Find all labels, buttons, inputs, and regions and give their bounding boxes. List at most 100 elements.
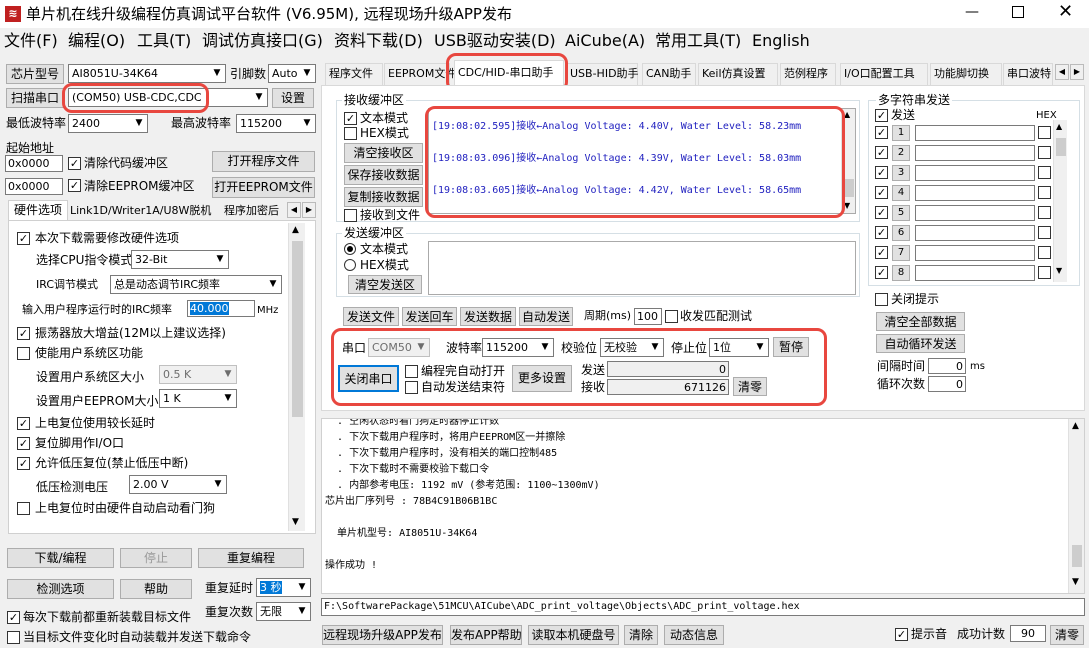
- scroll-up-icon[interactable]: ▲: [292, 225, 299, 235]
- clear-all-button[interactable]: 清空全部数据: [876, 312, 965, 331]
- multi-row-input[interactable]: [915, 185, 1035, 201]
- menu-program[interactable]: 编程(O): [68, 31, 125, 51]
- save-recv-button[interactable]: 保存接收数据: [344, 165, 423, 185]
- multi-row-send-checkbox[interactable]: ✓: [875, 166, 888, 179]
- tab-program-file[interactable]: 程序文件: [325, 63, 383, 85]
- multi-row-number[interactable]: 8: [892, 265, 910, 281]
- tabs-scroll-right-icon[interactable]: ▶: [1070, 64, 1084, 80]
- stop-button[interactable]: 停止: [120, 548, 192, 568]
- multi-row-hex-checkbox[interactable]: [1038, 186, 1051, 199]
- irc-freq-input[interactable]: 40.000: [187, 300, 255, 317]
- interval-input[interactable]: 0: [928, 358, 966, 374]
- menu-debug[interactable]: 调试仿真接口(G): [202, 31, 323, 51]
- multi-row-input[interactable]: [915, 225, 1035, 241]
- multi-row-send-checkbox[interactable]: ✓: [875, 246, 888, 259]
- reset-io-checkbox[interactable]: ✓: [17, 437, 30, 450]
- beep-checkbox[interactable]: ✓: [895, 628, 908, 641]
- multi-row-hex-checkbox[interactable]: [1038, 126, 1051, 139]
- menu-english[interactable]: English: [752, 31, 810, 51]
- tab-scroll-left-icon[interactable]: ◀: [287, 202, 301, 218]
- multi-row-hex-checkbox[interactable]: [1038, 226, 1051, 239]
- help-button[interactable]: 帮助: [120, 579, 192, 599]
- sys-area-checkbox[interactable]: [17, 347, 30, 360]
- multi-row-number[interactable]: 6: [892, 225, 910, 241]
- close-hint-checkbox[interactable]: [875, 293, 888, 306]
- multi-row-send-checkbox[interactable]: ✓: [875, 266, 888, 279]
- settings-button[interactable]: 设置: [272, 88, 314, 108]
- multi-row-input[interactable]: [915, 265, 1035, 281]
- scroll-down-icon[interactable]: ▼: [1072, 577, 1079, 587]
- multi-row-hex-checkbox[interactable]: [1038, 266, 1051, 279]
- clear-send-button[interactable]: 清空发送区: [348, 275, 422, 294]
- multi-row-hex-checkbox[interactable]: [1038, 146, 1051, 159]
- chip-select[interactable]: AI8051U-34K64 ▼: [68, 64, 226, 83]
- menu-usb[interactable]: USB驱动安装(D): [434, 31, 556, 51]
- eeprom-size-select[interactable]: 1 K ▼: [159, 389, 237, 408]
- multi-row-hex-checkbox[interactable]: [1038, 206, 1051, 219]
- remote-publish-button[interactable]: 远程现场升级APP发布: [322, 625, 443, 645]
- irc-mode-select[interactable]: 总是动态调节IRC频率 ▼: [110, 275, 282, 294]
- repeat-delay-select[interactable]: 3 秒 ▼: [256, 578, 311, 597]
- lvd-select[interactable]: 2.00 V ▼: [129, 475, 227, 494]
- match-test-checkbox[interactable]: [665, 310, 678, 323]
- max-baud-select[interactable]: 115200 ▼: [236, 114, 316, 133]
- tabs-scroll-left-icon[interactable]: ◀: [1055, 64, 1069, 80]
- menu-common[interactable]: 常用工具(T): [655, 31, 741, 51]
- tab-can[interactable]: CAN助手: [642, 63, 696, 85]
- addr2-input[interactable]: 0x0000: [5, 178, 63, 195]
- menu-aicube[interactable]: AiCube(A): [565, 31, 645, 51]
- multi-row-number[interactable]: 7: [892, 245, 910, 261]
- recv-text-checkbox[interactable]: ✓: [344, 112, 357, 125]
- scroll-thumb[interactable]: [1072, 545, 1082, 567]
- multi-row-input[interactable]: [915, 205, 1035, 221]
- download-button[interactable]: 下载/编程: [7, 548, 114, 568]
- tab-hardware[interactable]: 硬件选项: [8, 200, 69, 220]
- open-program-button[interactable]: 打开程序文件: [212, 151, 315, 172]
- scroll-thumb[interactable]: [292, 241, 303, 417]
- multi-row-hex-checkbox[interactable]: [1038, 166, 1051, 179]
- multi-row-input[interactable]: [915, 165, 1035, 181]
- clear-success-button[interactable]: 清零: [1050, 625, 1084, 645]
- clear-code-checkbox[interactable]: ✓: [68, 157, 81, 170]
- tab-encrypt[interactable]: 程序加密后: [224, 203, 284, 219]
- modify-options-checkbox[interactable]: ✓: [17, 232, 30, 245]
- multi-row-send-checkbox[interactable]: ✓: [875, 126, 888, 139]
- long-delay-checkbox[interactable]: ✓: [17, 417, 30, 430]
- multi-row-input[interactable]: [915, 125, 1035, 141]
- clear-eeprom-checkbox[interactable]: ✓: [68, 179, 81, 192]
- multi-row-number[interactable]: 2: [892, 145, 910, 161]
- multi-row-send-checkbox[interactable]: ✓: [875, 186, 888, 199]
- read-disk-button[interactable]: 读取本机硬盘号: [528, 625, 619, 645]
- multi-row-number[interactable]: 3: [892, 165, 910, 181]
- period-input[interactable]: 100: [634, 308, 662, 325]
- send-file-button[interactable]: 发送文件: [343, 307, 399, 326]
- multi-row-number[interactable]: 1: [892, 125, 910, 141]
- send-data-button[interactable]: 发送数据: [460, 307, 516, 326]
- cpu-mode-select[interactable]: 32-Bit ▼: [131, 250, 229, 269]
- pins-select[interactable]: Auto ▼: [268, 64, 316, 83]
- copy-recv-button[interactable]: 复制接收数据: [344, 187, 423, 207]
- send-textarea[interactable]: [428, 241, 856, 295]
- sys-size-select[interactable]: 0.5 K ▼: [159, 365, 237, 384]
- reload-checkbox[interactable]: ✓: [7, 611, 20, 624]
- maximize-icon[interactable]: [1012, 6, 1024, 18]
- reprogram-button[interactable]: 重复编程: [198, 548, 304, 568]
- tab-examples[interactable]: 范例程序: [780, 63, 836, 85]
- tab-scroll-right-icon[interactable]: ▶: [302, 202, 316, 218]
- min-baud-select[interactable]: 2400 ▼: [68, 114, 148, 133]
- scroll-up-icon[interactable]: ▲: [1056, 122, 1062, 131]
- scroll-thumb[interactable]: [1056, 138, 1066, 156]
- tab-io-config[interactable]: I/O口配置工具: [840, 63, 928, 85]
- minimize-icon[interactable]: —: [965, 4, 979, 20]
- tab-link1d[interactable]: Link1D/Writer1A/U8W脱机: [70, 203, 211, 219]
- recv-hex-checkbox[interactable]: [344, 127, 357, 140]
- scroll-thumb[interactable]: [844, 179, 854, 197]
- menu-file[interactable]: 文件(F): [4, 31, 58, 51]
- multi-row-send-checkbox[interactable]: ✓: [875, 226, 888, 239]
- multi-row-hex-checkbox[interactable]: [1038, 246, 1051, 259]
- recv-to-file-checkbox[interactable]: [344, 209, 357, 222]
- options-scrollbar[interactable]: ▲ ▼: [288, 223, 305, 531]
- scan-port-button[interactable]: 扫描串口: [6, 88, 64, 108]
- loop-count-input[interactable]: 0: [928, 376, 966, 392]
- menu-tools[interactable]: 工具(T): [137, 31, 191, 51]
